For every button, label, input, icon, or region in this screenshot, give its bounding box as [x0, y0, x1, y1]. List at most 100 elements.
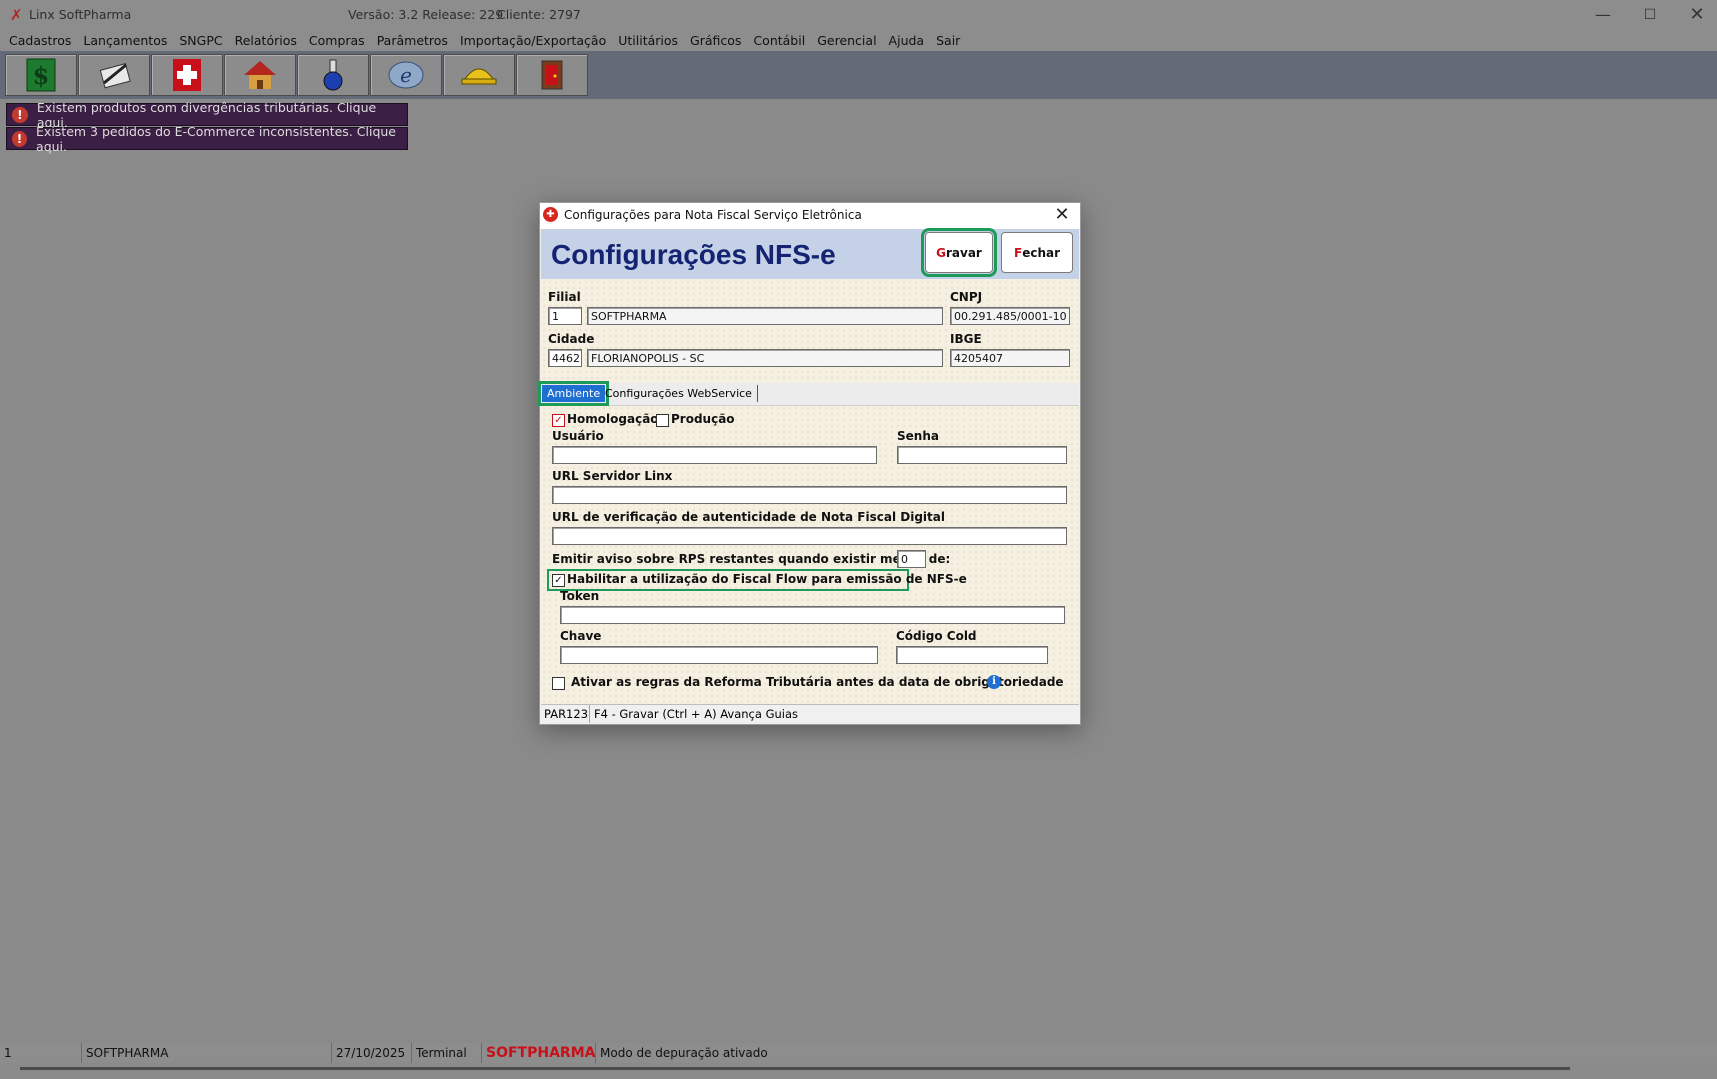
chave-field[interactable] [560, 646, 878, 664]
fechar-label: echar [1022, 245, 1060, 260]
status-cell-brand: SOFTPHARMA [481, 1043, 595, 1063]
window-close-icon[interactable]: ✕ [1677, 4, 1717, 26]
senha-field[interactable] [897, 446, 1067, 464]
tab-ambiente[interactable]: Ambiente [537, 381, 610, 406]
codigo-cold-label: Código Cold [896, 629, 977, 643]
ibge-label: IBGE [950, 332, 982, 346]
chave-label: Chave [560, 629, 602, 643]
senha-label: Senha [897, 429, 939, 443]
filial-label: Filial [548, 290, 581, 304]
nfe-icon: e [388, 61, 424, 89]
menu-bar: Cadastros Lançamentos SNGPC Relatórios C… [0, 29, 1717, 51]
usuario-label: Usuário [552, 429, 604, 443]
usuario-field[interactable] [552, 446, 877, 464]
tab-strip: Ambiente Configurações WebService [537, 381, 1079, 406]
cidade-label: Cidade [548, 332, 595, 346]
menu-utilitarios[interactable]: Utilitários [612, 33, 684, 48]
gravar-label: ravar [946, 245, 982, 260]
menu-parametros[interactable]: Parâmetros [371, 33, 454, 48]
menu-compras[interactable]: Compras [303, 33, 371, 48]
toolbar-financeiro-button[interactable]: $ [5, 54, 77, 96]
alert-icon: ! [12, 106, 28, 123]
cnpj-field[interactable]: 00.291.485/0001-10 [950, 307, 1070, 325]
menu-importacao-exportacao[interactable]: Importação/Exportação [454, 33, 612, 48]
cidade-code-field[interactable]: 4462 [548, 349, 582, 367]
dialog-titlebar: ✚ Configurações para Nota Fiscal Serviço… [540, 203, 1080, 229]
aviso-rps-field[interactable]: 0 [897, 550, 926, 568]
horizontal-scrollbar[interactable] [20, 1067, 1570, 1070]
dialog-heading: Configurações NFS-e [551, 239, 836, 270]
menu-sngpc[interactable]: SNGPC [173, 33, 228, 48]
toolbar-manutencao-button[interactable] [443, 54, 515, 96]
menu-gerencial[interactable]: Gerencial [811, 33, 882, 48]
fechar-button[interactable]: Fechar [1001, 232, 1073, 273]
toolbar-farmacia-button[interactable] [151, 54, 223, 96]
url-servidor-label: URL Servidor Linx [552, 469, 673, 483]
menu-contabil[interactable]: Contábil [747, 33, 811, 48]
notepad-icon [99, 63, 131, 89]
url-verificacao-field[interactable] [552, 527, 1067, 545]
tab-configuracoes-webservice[interactable]: Configurações WebService [600, 385, 758, 402]
url-verificacao-label: URL de verificação de autenticidade de N… [552, 510, 945, 524]
token-field[interactable] [560, 606, 1065, 624]
gravar-button[interactable]: Gravar [921, 228, 997, 277]
window-titlebar: ✗ Linx SoftPharma Versão: 3.2 Release: 2… [0, 0, 1717, 29]
dialog-status-code: PAR123 [541, 705, 590, 723]
toolbar-nfe-button[interactable]: e [370, 54, 442, 96]
status-cell-modo: Modo de depuração ativado [595, 1043, 768, 1063]
status-cell-data: 27/10/2025 [331, 1043, 405, 1063]
toolbar-anotacoes-button[interactable] [78, 54, 150, 96]
app-title: Linx SoftPharma [29, 7, 132, 22]
nfse-config-dialog: ✚ Configurações para Nota Fiscal Serviço… [537, 202, 1081, 725]
menu-lancamentos[interactable]: Lançamentos [77, 33, 173, 48]
alert-pedidos-ecommerce[interactable]: ! Existem 3 pedidos do E-Commerce incons… [6, 124, 408, 154]
dialog-status-hint: F4 - Gravar (Ctrl + A) Avança Guias [594, 707, 799, 721]
client-id: Cliente: 2797 [497, 7, 581, 22]
status-cell-terminal: Terminal [411, 1043, 467, 1063]
dialog-logo-icon: ✚ [543, 207, 558, 222]
dialog-title: Configurações para Nota Fiscal Serviço E… [564, 208, 862, 222]
status-cell-empresa: SOFTPHARMA [81, 1043, 168, 1063]
app-logo-icon: ✗ [10, 6, 23, 24]
producao-label: Produção [671, 412, 735, 426]
ibge-field[interactable]: 4205407 [950, 349, 1070, 367]
menu-sair[interactable]: Sair [930, 33, 966, 48]
toolbar-loja-button[interactable] [224, 54, 296, 96]
alert-text: Existem 3 pedidos do E-Commerce inconsis… [36, 123, 396, 154]
filial-name-field[interactable]: SOFTPHARMA [587, 307, 943, 325]
dollar-icon: $ [26, 58, 56, 92]
token-label: Token [560, 589, 600, 603]
dialog-statusbar: PAR123 F4 - Gravar (Ctrl + A) Avança Gui… [541, 704, 1079, 723]
pharmacy-cross-icon [173, 59, 201, 91]
menu-ajuda[interactable]: Ajuda [883, 33, 931, 48]
homologacao-checkbox[interactable]: ✓ [552, 414, 565, 427]
info-icon[interactable]: i [987, 675, 1001, 689]
menu-cadastros[interactable]: Cadastros [3, 33, 77, 48]
maximize-icon[interactable]: ☐ [1630, 4, 1670, 26]
url-servidor-field[interactable] [552, 486, 1067, 504]
main-statusbar: 1 SOFTPHARMA 27/10/2025 Terminal SOFTPHA… [0, 1043, 1717, 1063]
fiscal-flow-checkbox[interactable]: ✓ [552, 574, 565, 587]
filial-code-field[interactable]: 1 [548, 307, 582, 325]
alert-icon: ! [12, 130, 28, 147]
status-cell-1: 1 [4, 1046, 12, 1060]
exit-door-icon [541, 60, 563, 90]
svg-text:e: e [400, 63, 412, 87]
reforma-checkbox[interactable] [552, 677, 565, 690]
house-icon [244, 61, 276, 89]
minimize-icon[interactable]: — [1583, 4, 1623, 26]
dialog-header: Configurações NFS-e Gravar Fechar [541, 228, 1079, 279]
producao-checkbox[interactable] [656, 414, 669, 427]
cidade-name-field[interactable]: FLORIANOPOLIS - SC [587, 349, 943, 367]
helmet-icon [461, 68, 497, 85]
toolbar-sair-button[interactable] [516, 54, 588, 96]
app-version: Versão: 3.2 Release: 229 [348, 7, 504, 22]
svg-text:$: $ [33, 61, 50, 90]
menu-relatorios[interactable]: Relatórios [229, 33, 303, 48]
cnpj-label: CNPJ [950, 290, 983, 304]
toolbar-laboratorio-button[interactable] [297, 54, 369, 96]
menu-graficos[interactable]: Gráficos [684, 33, 747, 48]
dialog-close-icon[interactable]: ✕ [1050, 204, 1074, 225]
fiscal-flow-label: Habilitar a utilização do Fiscal Flow pa… [567, 572, 967, 586]
codigo-cold-field[interactable] [896, 646, 1048, 664]
